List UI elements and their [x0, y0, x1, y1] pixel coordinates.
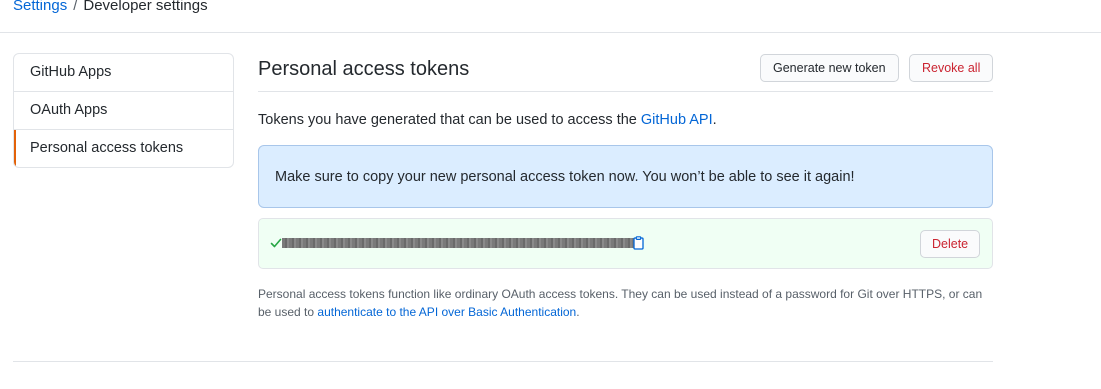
header-divider [0, 32, 1101, 33]
page-title: Personal access tokens [258, 58, 470, 80]
copy-token-flash: Make sure to copy your new personal acce… [258, 145, 993, 208]
main-content: Personal access tokens Generate new toke… [258, 53, 994, 319]
flash-message: Make sure to copy your new personal acce… [275, 169, 855, 185]
description-suffix: . [712, 112, 717, 128]
token-value-redacted[interactable] [282, 238, 635, 248]
breadcrumb-separator: / [73, 0, 78, 14]
breadcrumb-current: Developer settings [83, 0, 208, 14]
note-suffix: . [576, 305, 580, 319]
clipboard-icon[interactable] [633, 236, 644, 250]
description-text: Tokens you have generated that can be us… [258, 112, 641, 128]
footer-divider [13, 361, 993, 362]
delete-token-button[interactable]: Delete [920, 230, 981, 258]
revoke-all-button[interactable]: Revoke all [909, 54, 994, 82]
check-icon [270, 238, 282, 248]
github-api-link[interactable]: GitHub API [641, 112, 713, 128]
breadcrumb: Settings / Developer settings [13, 0, 208, 16]
new-token-row: Delete [258, 218, 993, 269]
tokens-description: Tokens you have generated that can be us… [258, 110, 717, 130]
sidebar-item-github-apps[interactable]: GitHub Apps [14, 54, 233, 92]
subhead: Personal access tokens Generate new toke… [258, 53, 994, 92]
sidebar-item-personal-access-tokens[interactable]: Personal access tokens [14, 130, 233, 167]
generate-new-token-button[interactable]: Generate new token [760, 54, 899, 82]
breadcrumb-settings-link[interactable]: Settings [13, 0, 67, 14]
settings-sidebar: GitHub Apps OAuth Apps Personal access t… [13, 53, 234, 168]
basic-auth-link[interactable]: authenticate to the API over Basic Authe… [317, 305, 576, 319]
tokens-note: Personal access tokens function like ord… [258, 285, 993, 321]
sidebar-item-oauth-apps[interactable]: OAuth Apps [14, 92, 233, 130]
